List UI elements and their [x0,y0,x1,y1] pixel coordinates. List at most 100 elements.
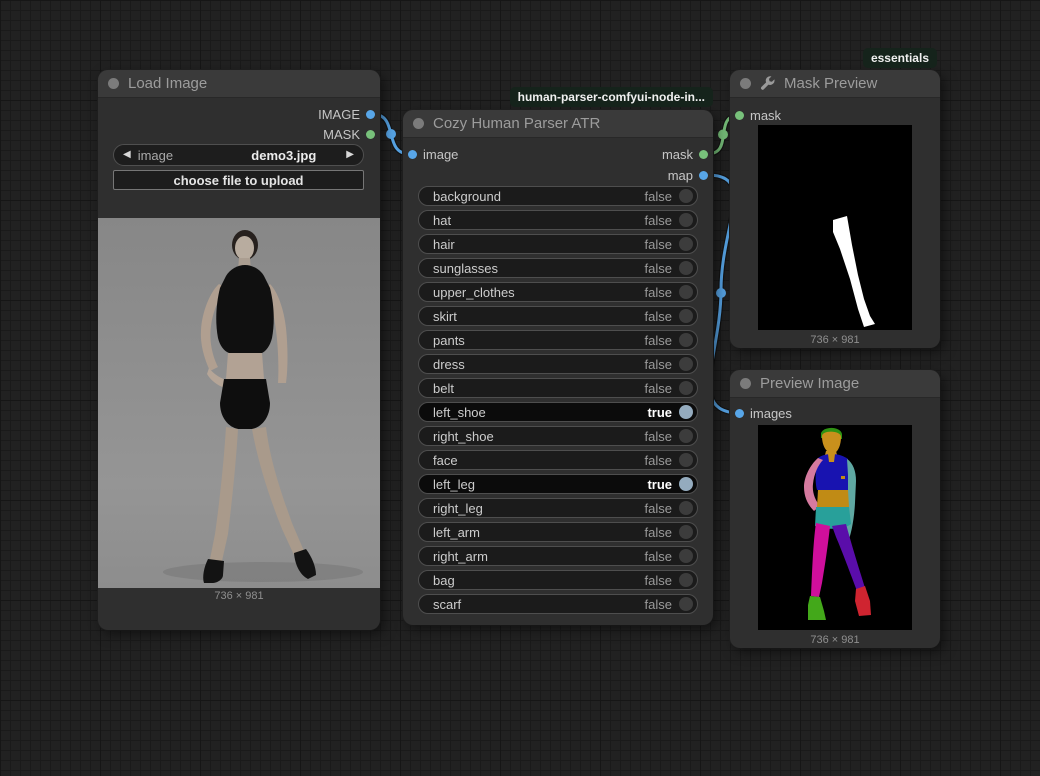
toggle-value: false [645,285,672,300]
output-dot-mask[interactable] [366,130,375,139]
node-load-image[interactable]: Load Image IMAGE MASK ◀ image demo3.jpg … [98,70,380,630]
toggle-label: hat [433,213,451,228]
toggle-row-hat[interactable]: hat false [418,210,698,230]
toggle-knob[interactable] [679,381,693,395]
toggle-value: false [645,357,672,372]
toggle-value: false [645,213,672,228]
toggle-knob[interactable] [679,477,693,491]
image-filename-combo[interactable]: ◀ image demo3.jpg ▶ [113,144,364,166]
node-title: Load Image [128,75,207,92]
node-title: Preview Image [760,375,859,392]
toggle-value: true [647,405,672,420]
toggle-knob[interactable] [679,309,693,323]
parser-repo-badge: human-parser-comfyui-node-in... [510,87,713,107]
input-dot-image[interactable] [408,150,417,159]
toggle-knob[interactable] [679,285,693,299]
toggle-value: false [645,549,672,564]
node-mask-preview[interactable]: Mask Preview mask 736 × 981 [730,70,940,348]
node-preview-image[interactable]: Preview Image images 736 × 981 [730,370,940,648]
toggle-label: hair [433,237,455,252]
source-photo [98,218,380,588]
toggle-row-left_arm[interactable]: left_armfalse [418,522,698,542]
output-dot-map[interactable] [699,171,708,180]
node-status-dot [740,378,751,389]
toggle-row-right_arm[interactable]: right_arm false [418,546,698,566]
toggle-label: right_leg [433,501,483,516]
toggle-label: skirt [433,309,457,324]
toggle-row-background[interactable]: backgroundfalse [418,186,698,206]
toggle-row-right_leg[interactable]: right_legfalse [418,498,698,518]
node-load-image-header[interactable]: Load Image [98,70,380,98]
toggle-row-face[interactable]: facefalse [418,450,698,470]
toggle-label: right_arm [433,549,488,564]
node-cozy-human-parser-atr[interactable]: Cozy Human Parser ATR image mask map bac… [403,110,713,625]
segmentation-preview-image [758,425,912,630]
toggle-knob[interactable] [679,429,693,443]
toggle-knob[interactable] [679,405,693,419]
toggle-row-belt[interactable]: beltfalse [418,378,698,398]
toggle-label: scarf [433,597,461,612]
input-slot-label: images [750,406,792,421]
toggle-row-upper_clothes[interactable]: upper_clothes false [418,282,698,302]
toggle-value: true [647,477,672,492]
toggle-row-bag[interactable]: bag false [418,570,698,590]
toggle-label: left_arm [433,525,480,540]
toggle-value: false [645,333,672,348]
node-parser-header[interactable]: Cozy Human Parser ATR [403,110,713,138]
toggle-knob[interactable] [679,525,693,539]
toggle-label: sunglasses [433,261,498,276]
toggle-knob[interactable] [679,213,693,227]
toggle-value: false [645,573,672,588]
toggle-row-hair[interactable]: hairfalse [418,234,698,254]
toggle-knob[interactable] [679,237,693,251]
output-slot-label: map [668,168,693,183]
combo-value: demo3.jpg [251,148,316,163]
toggle-label: bag [433,573,455,588]
input-dot-mask[interactable] [735,111,744,120]
toggle-row-scarf[interactable]: scarffalse [418,594,698,614]
toggle-knob[interactable] [679,597,693,611]
toggle-row-dress[interactable]: dressfalse [418,354,698,374]
output-slot-label: IMAGE [318,107,360,122]
input-slot-label: image [423,147,458,162]
toggle-knob[interactable] [679,333,693,347]
combo-next-icon[interactable]: ▶ [346,150,354,160]
node-mask-preview-header[interactable]: Mask Preview [730,70,940,98]
wrench-icon [760,76,775,91]
node-graph-canvas[interactable]: Load Image IMAGE MASK ◀ image demo3.jpg … [0,0,1040,776]
toggle-row-right_shoe[interactable]: right_shoefalse [418,426,698,446]
output-slot-map: map [668,166,708,184]
toggle-row-left_leg[interactable]: left_leg true [418,474,698,494]
choose-file-button[interactable]: choose file to upload [113,170,364,190]
essentials-badge: essentials [863,48,937,68]
parser-toggle-list: backgroundfalsehatfalsehairfalsesunglass… [418,186,698,618]
toggle-knob[interactable] [679,573,693,587]
toggle-knob[interactable] [679,501,693,515]
toggle-knob[interactable] [679,549,693,563]
image-size-caption: 736 × 981 [98,590,380,602]
output-dot-mask[interactable] [699,150,708,159]
toggle-knob[interactable] [679,357,693,371]
node-preview-image-header[interactable]: Preview Image [730,370,940,398]
input-slot-mask: mask [735,106,781,124]
toggle-label: right_shoe [433,429,494,444]
toggle-label: upper_clothes [433,285,515,300]
output-dot-image[interactable] [366,110,375,119]
output-slot-label: mask [662,147,693,162]
toggle-label: left_leg [433,477,475,492]
toggle-row-left_shoe[interactable]: left_shoe true [418,402,698,422]
toggle-row-skirt[interactable]: skirtfalse [418,306,698,326]
toggle-row-sunglasses[interactable]: sunglassesfalse [418,258,698,278]
toggle-label: background [433,189,501,204]
toggle-knob[interactable] [679,189,693,203]
toggle-label: left_shoe [433,405,486,420]
output-slot-mask: mask [662,145,708,163]
combo-prev-icon[interactable]: ◀ [123,150,131,160]
toggle-row-pants[interactable]: pants false [418,330,698,350]
input-dot-images[interactable] [735,409,744,418]
toggle-knob[interactable] [679,261,693,275]
toggle-value: false [645,381,672,396]
image-size-caption: 736 × 981 [730,634,940,646]
toggle-knob[interactable] [679,453,693,467]
toggle-label: pants [433,333,465,348]
